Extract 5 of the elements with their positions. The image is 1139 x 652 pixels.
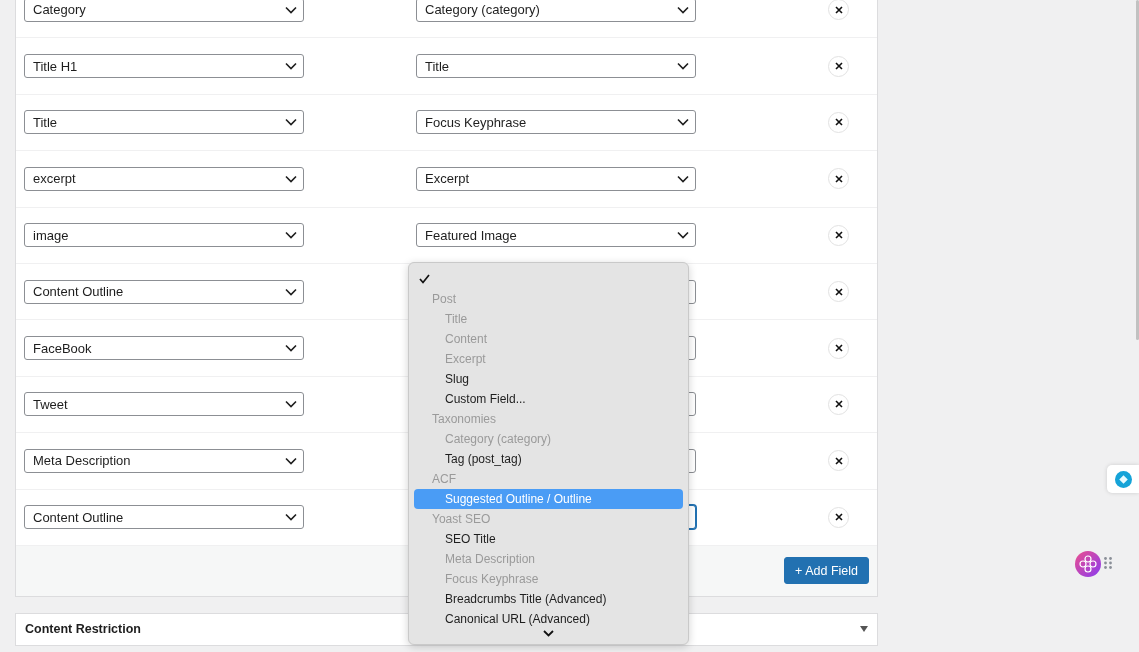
menu-group-label: Taxonomies	[431, 411, 498, 428]
menu-group-label: Yoast SEO	[431, 511, 492, 528]
section-title: Content Restriction	[25, 622, 141, 637]
menu-group-label: Post	[431, 291, 457, 308]
menu-group-label: ACF	[431, 471, 457, 488]
